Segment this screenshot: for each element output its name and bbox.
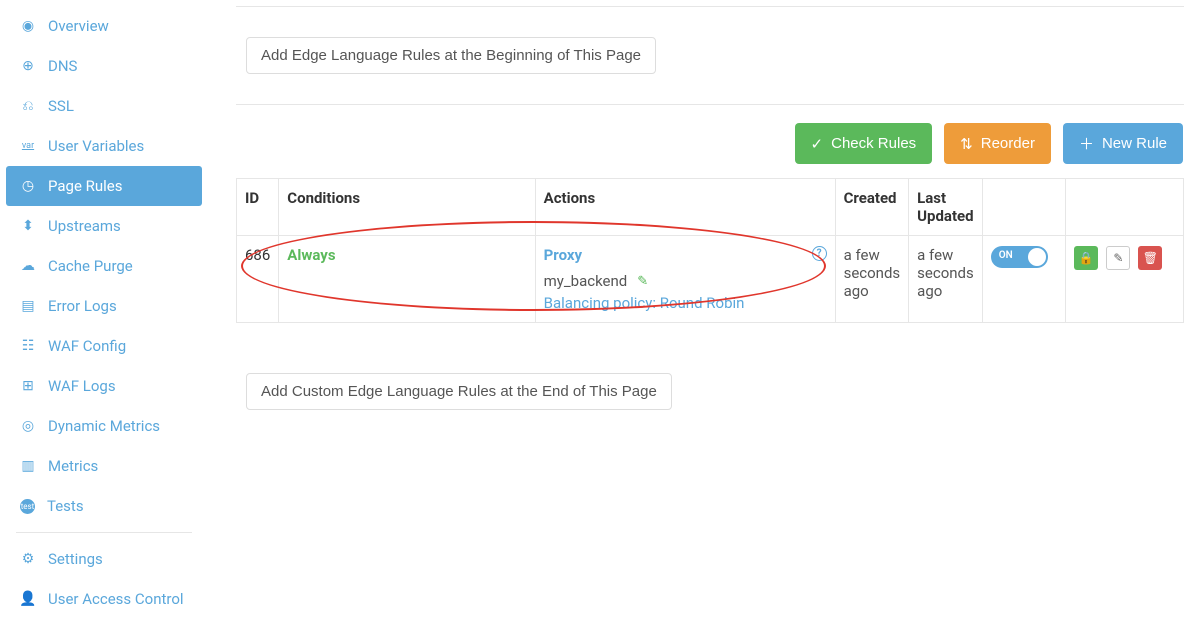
upstreams-icon: ⬍ [20,218,36,234]
plus-icon: ＋ [1079,133,1094,154]
rules-table: ID Conditions Actions Created Last Updat… [236,178,1184,323]
delete-button[interactable]: 🗑 [1138,246,1162,270]
globe-icon: ⊕ [20,58,36,74]
enable-toggle[interactable]: ON [991,246,1048,268]
sidebar-item-label: SSL [48,97,74,115]
sidebar-item-label: WAF Config [48,337,126,355]
check-icon: ✓ [811,135,824,153]
certificate-icon: ⎌ [20,98,36,114]
sidebar-item-page-rules[interactable]: ◷ Page Rules [6,166,202,206]
sidebar-item-label: Upstreams [48,217,121,235]
sidebar-item-waf-config[interactable]: ☷ WAF Config [6,326,202,366]
main-content: Add Edge Language Rules at the Beginning… [208,0,1184,616]
button-label: Check Rules [831,135,916,152]
button-label: Reorder [981,135,1035,152]
table-row: 686 Always Proxy ? my_backend ✎ Bal [237,236,1184,323]
sidebar-item-settings[interactable]: ⚙ Settings [6,539,202,579]
toggle-on-label: ON [999,250,1013,261]
sidebar: ◉ Overview ⊕ DNS ⎌ SSL var User Variable… [0,0,208,616]
sidebar-item-dns[interactable]: ⊕ DNS [6,46,202,86]
sidebar-item-overview[interactable]: ◉ Overview [6,6,202,46]
pencil-icon: ✎ [1113,251,1123,265]
col-header-updated: Last Updated [909,179,983,236]
trash-icon: 🗑 [1143,251,1158,265]
edit-button[interactable]: ✎ [1106,246,1130,270]
sidebar-item-label: Error Logs [48,297,117,315]
col-header-toggle [982,179,1066,236]
cell-created: a few seconds ago [835,236,909,323]
check-rules-button[interactable]: ✓ Check Rules [795,123,933,164]
clock-icon: ◷ [20,178,36,194]
grid-icon: ⊞ [20,378,36,394]
divider [236,104,1184,105]
sidebar-item-error-logs[interactable]: ▤ Error Logs [6,286,202,326]
col-header-buttons [1066,179,1184,236]
sidebar-item-user-access-control[interactable]: 👤 User Access Control [6,579,202,619]
button-label: New Rule [1102,135,1167,152]
add-rules-bottom-button[interactable]: Add Custom Edge Language Rules at the En… [246,373,672,410]
gear-icon: ⚙ [20,551,36,567]
sidebar-item-label: Page Rules [48,177,123,195]
reorder-button[interactable]: ⇅ Reorder [944,123,1051,164]
cell-conditions: Always [279,236,535,323]
cell-id: 686 [237,236,279,323]
sidebar-item-label: Dynamic Metrics [48,417,160,435]
divider [236,6,1184,7]
edit-icon[interactable]: ✎ [637,274,648,289]
col-header-conditions: Conditions [279,179,535,236]
sidebar-item-ssl[interactable]: ⎌ SSL [6,86,202,126]
var-icon: var [20,141,36,151]
cell-updated: a few seconds ago [909,236,983,323]
sidebar-item-cache-purge[interactable]: ☁ Cache Purge [6,246,202,286]
sidebar-item-label: Tests [47,497,84,515]
lock-button[interactable]: 🔒 [1074,246,1098,270]
toggle-knob [1028,248,1046,266]
lock-icon: 🔒 [1079,251,1094,265]
cell-actions: Proxy ? my_backend ✎ Balancing policy: R… [535,236,835,323]
sidebar-item-label: Overview [48,17,109,35]
sidebar-item-tests[interactable]: test Tests [6,486,202,526]
sidebar-separator [16,532,192,533]
sidebar-item-label: DNS [48,57,77,75]
condition-value[interactable]: Always [287,246,335,264]
sidebar-item-user-variables[interactable]: var User Variables [6,126,202,166]
col-header-actions: Actions [535,179,835,236]
sidebar-item-label: WAF Logs [48,377,116,395]
sidebar-item-label: User Access Control [48,590,184,608]
sidebar-item-label: Metrics [48,457,98,475]
col-header-id: ID [237,179,279,236]
new-rule-button[interactable]: ＋ New Rule [1063,123,1183,164]
sidebar-item-waf-logs[interactable]: ⊞ WAF Logs [6,366,202,406]
help-icon[interactable]: ? [812,246,827,261]
dashboard-icon: ◉ [20,18,36,34]
logs-icon: ▤ [20,298,36,314]
list-icon: ☷ [20,338,36,354]
sidebar-item-label: Cache Purge [48,257,133,275]
sidebar-item-dynamic-metrics[interactable]: ◎ Dynamic Metrics [6,406,202,446]
sidebar-item-metrics[interactable]: ▥ Metrics [6,446,202,486]
sort-icon: ⇅ [960,135,973,153]
backend-name: my_backend [544,272,628,290]
user-gear-icon: 👤 [20,591,36,607]
balancing-policy-link[interactable]: Balancing policy: Round Robin [544,294,827,312]
test-icon: test [20,499,35,514]
chart-icon: ▥ [20,458,36,474]
sidebar-item-upstreams[interactable]: ⬍ Upstreams [6,206,202,246]
sidebar-item-label: User Variables [48,137,144,155]
cloud-icon: ☁ [20,258,36,274]
action-bar: ✓ Check Rules ⇅ Reorder ＋ New Rule [236,123,1184,164]
col-header-created: Created [835,179,909,236]
action-proxy-link[interactable]: Proxy [544,246,582,264]
sidebar-item-label: Settings [48,550,103,568]
cell-row-buttons: 🔒 ✎ 🗑 [1066,236,1184,323]
target-icon: ◎ [20,418,36,434]
add-rules-top-button[interactable]: Add Edge Language Rules at the Beginning… [246,37,656,74]
cell-toggle: ON [982,236,1066,323]
